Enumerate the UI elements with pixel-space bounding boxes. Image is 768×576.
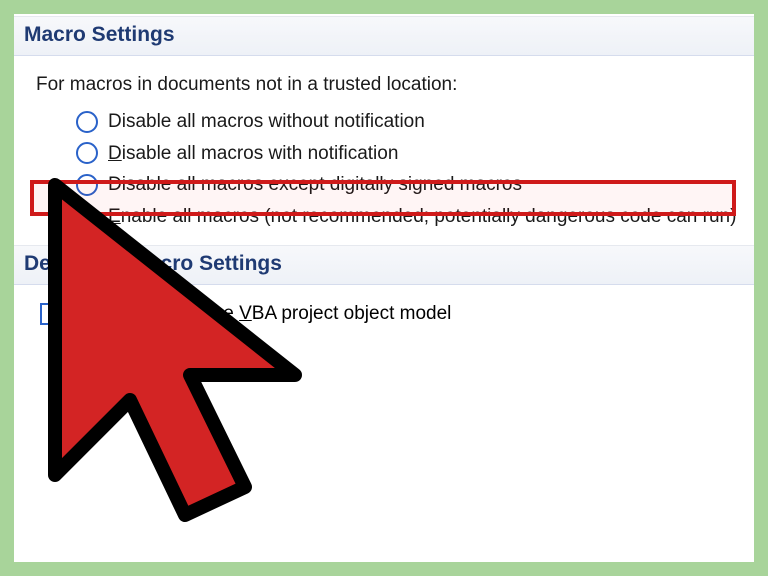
radio-disable-no-notify[interactable]: Disable all macros without notification: [76, 106, 744, 138]
radio-disable-with-notify[interactable]: Disable all macros with notification: [76, 138, 744, 170]
radio-label: Enable all macros (not recommended; pote…: [108, 204, 736, 230]
radio-icon: [76, 174, 98, 196]
checkbox-label: Trust access to the VBA project object m…: [74, 303, 451, 325]
radio-label: Disable all macros with notification: [108, 141, 398, 167]
macro-radio-group: Disable all macros without notification …: [36, 106, 744, 233]
macro-settings-header: Macro Settings: [14, 16, 754, 56]
macro-settings-content: For macros in documents not in a trusted…: [14, 56, 754, 245]
radio-enable-all[interactable]: Enable all macros (not recommended; pote…: [76, 201, 744, 233]
checkbox-trust-vba[interactable]: Trust access to the VBA project object m…: [40, 303, 744, 325]
macro-settings-title: Macro Settings: [24, 23, 175, 46]
radio-icon: [76, 206, 98, 228]
checkbox-icon: [40, 303, 62, 325]
developer-settings-title: Developer Macro Settings: [24, 252, 282, 275]
radio-icon: [76, 111, 98, 133]
settings-panel: Macro Settings For macros in documents n…: [14, 14, 754, 562]
developer-settings-content: Trust access to the VBA project object m…: [14, 285, 754, 337]
macro-settings-intro: For macros in documents not in a trusted…: [36, 74, 744, 96]
radio-icon: [76, 142, 98, 164]
radio-label: Disable all macros except digitally sign…: [108, 172, 522, 198]
radio-label: Disable all macros without notification: [108, 109, 425, 135]
developer-settings-header: Developer Macro Settings: [14, 245, 754, 285]
radio-disable-except-signed[interactable]: Disable all macros except digitally sign…: [76, 169, 744, 201]
